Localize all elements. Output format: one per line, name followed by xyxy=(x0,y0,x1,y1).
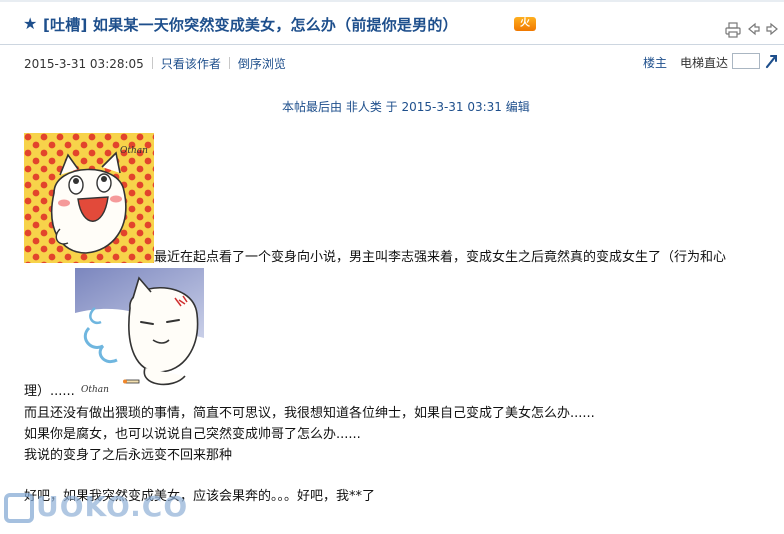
jump-floor-label: 电梯直达 xyxy=(680,56,729,70)
emoji-smoking-cat-image: Othan xyxy=(75,268,204,397)
thread-title[interactable]: [吐槽] 如果某一天你突然变成美女，怎么办（前提你是男的） xyxy=(43,14,458,35)
post-text-line: 我说的变身了之后永远变不回来那种 xyxy=(24,448,233,463)
title-divider xyxy=(0,44,784,45)
post-text-line: 理）...... xyxy=(24,384,75,399)
top-border xyxy=(0,0,784,2)
floor-label[interactable]: 楼主 xyxy=(643,54,667,71)
post-text-line: 而且还没有做出猥琐的事情，简直不可思议，我很想知道各位绅士，如果自己变成了美女怎… xyxy=(24,406,595,421)
post-timestamp: 2015-3-31 03:28:05 xyxy=(24,57,144,71)
meta-divider xyxy=(228,57,230,69)
meta-divider xyxy=(151,57,153,69)
arrow-left-icon[interactable] xyxy=(746,22,762,38)
reverse-view-link[interactable]: 倒序浏览 xyxy=(238,57,286,71)
jump-go-icon[interactable] xyxy=(765,53,779,73)
jump-floor-input[interactable] xyxy=(732,53,760,69)
site-watermark-logo: UOKO.CO xyxy=(4,490,188,523)
post-text-line: 最近在起点看了一个变身向小说，男主叫李志强来着，变成女生之后竟然真的变成女生了（… xyxy=(154,250,727,265)
hot-badge-icon: 火 xyxy=(514,17,536,31)
only-author-link[interactable]: 只看该作者 xyxy=(161,57,221,71)
arrow-right-icon[interactable] xyxy=(764,22,780,38)
edit-note: 本帖最后由 非人类 于 2015-3-31 03:31 编辑 xyxy=(282,100,530,114)
star-icon[interactable]: ★ xyxy=(23,16,37,32)
post-text-line: 如果你是腐女，也可以说说自己突然变成帅哥了怎么办...... xyxy=(24,427,361,442)
thread-title-bar: ★ [吐槽] 如果某一天你突然变成美女，怎么办（前提你是男的） 火 xyxy=(0,6,784,42)
print-icon[interactable] xyxy=(725,22,741,38)
emoji-laughing-cat-image: Othan xyxy=(24,133,154,263)
emoji1-signature: Othan xyxy=(120,146,148,156)
emoji2-signature: Othan xyxy=(81,385,109,395)
post-meta: 2015-3-31 03:28:05 只看该作者 倒序浏览 xyxy=(24,55,286,72)
watermark-box-icon xyxy=(4,493,34,523)
watermark-text: UOKO.CO xyxy=(36,490,189,523)
